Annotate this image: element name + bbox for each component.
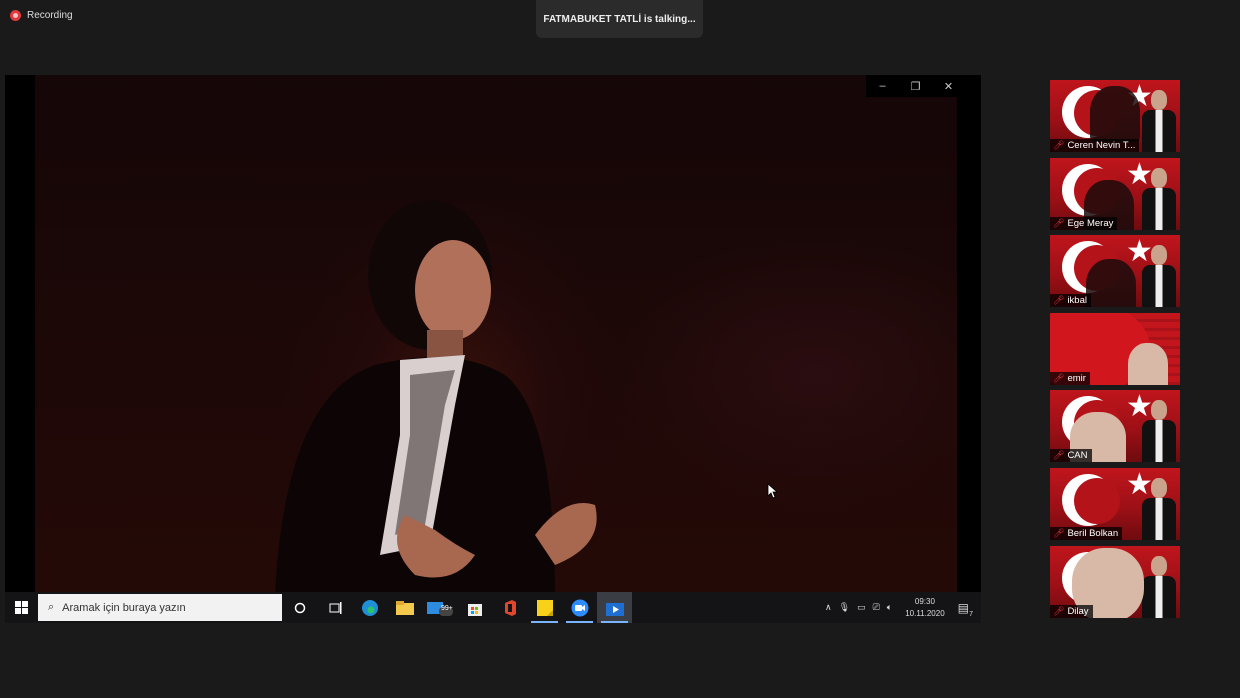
search-placeholder: Aramak için buraya yazın (62, 601, 186, 614)
volume-icon[interactable]: 🔈︎ (887, 602, 892, 613)
battery-icon[interactable]: ▭ (857, 602, 866, 613)
participant-name: emir (1067, 372, 1086, 384)
recording-indicator: Recording (10, 10, 73, 21)
muted-mic-icon: 🎤︎ (1053, 527, 1065, 538)
record-icon (10, 10, 21, 21)
restore-button[interactable]: ❐ (899, 75, 932, 97)
participant-tile[interactable]: 🎤︎ Dilay (1050, 545, 1180, 618)
participant-name: CAN (1067, 450, 1088, 462)
shared-screen: – ❐ ✕ ⌕ Aramak için buraya yazın 99+ ∧ 🎙… (5, 75, 981, 623)
participant-tile[interactable]: ★ 🎤︎ Ceren Nevin T... (1050, 80, 1180, 152)
window-controls: – ❐ ✕ (866, 75, 965, 97)
taskbar-search-box[interactable]: ⌕ Aramak için buraya yazın (38, 594, 282, 621)
participant-gallery: ★ 🎤︎ Ceren Nevin T... ★ 🎤︎ Ege Meray ★ 🎤… (1050, 80, 1180, 623)
taskbar-zoom[interactable] (562, 592, 597, 623)
store-icon (467, 603, 482, 616)
folder-icon (395, 600, 414, 615)
participant-tile[interactable]: ★ 🎤︎ CAN (1050, 390, 1180, 463)
network-icon[interactable]: ⎚ (873, 602, 880, 613)
participant-label: 🎤︎ emir (1050, 371, 1090, 385)
muted-mic-icon: 🎤︎ (1053, 605, 1065, 616)
muted-mic-icon: 🎤︎ (1053, 217, 1065, 228)
muted-mic-icon: 🎤︎ (1053, 295, 1065, 306)
chevron-up-icon[interactable]: ∧ (825, 602, 832, 613)
search-icon: ⌕ (48, 601, 55, 613)
clock-time: 09:30 (914, 596, 935, 606)
cortana-button[interactable] (282, 592, 317, 623)
start-button[interactable] (5, 592, 38, 623)
system-tray: ∧ 🎙︎ ▭ ⎚ 🔈︎ 09:30 10.11.2020 ▤ 7 (825, 592, 973, 623)
participant-label: 🎤︎ Ceren Nevin T... (1050, 139, 1140, 152)
task-view-icon (329, 601, 341, 614)
participant-tile[interactable]: 🎤︎ emir (1050, 312, 1180, 385)
notification-center-icon[interactable]: ▤ 7 (958, 601, 973, 618)
mail-badge: 99+ (441, 605, 453, 612)
windows-taskbar: ⌕ Aramak için buraya yazın 99+ ∧ 🎙︎ ▭ ⎚ … (5, 592, 981, 623)
minimize-button[interactable]: – (866, 75, 899, 97)
office-icon (504, 599, 516, 616)
taskbar-sticky-notes[interactable] (527, 592, 562, 623)
participant-name: Beril Bolkan (1067, 527, 1119, 539)
participant-tile[interactable]: ★ 🎤︎ ikbal (1050, 235, 1180, 308)
taskbar-store[interactable] (457, 592, 492, 623)
taskbar-mail[interactable]: 99+ (422, 592, 457, 623)
participant-tile[interactable]: ★ 🎤︎ Ege Meray (1050, 157, 1180, 230)
clock[interactable]: 09:30 10.11.2020 (905, 596, 944, 620)
muted-mic-icon: 🎤︎ (1053, 450, 1065, 461)
cortana-icon (294, 602, 305, 613)
participant-label: 🎤︎ ikbal (1050, 294, 1091, 308)
close-button[interactable]: ✕ (932, 75, 965, 97)
windows-logo-icon (15, 601, 28, 614)
edge-browser-icon (361, 599, 378, 616)
video-frame (35, 75, 957, 595)
microphone-icon[interactable]: 🎙︎ (839, 602, 850, 613)
clock-date: 10.11.2020 (905, 608, 945, 618)
participant-label: 🎤︎ Beril Bolkan (1050, 526, 1123, 540)
participant-name: Dilay (1067, 605, 1089, 617)
mouse-cursor-icon (767, 483, 777, 499)
taskbar-file-explorer[interactable] (387, 592, 422, 623)
taskbar-office[interactable] (492, 592, 527, 623)
participant-label: 🎤︎ CAN (1050, 449, 1092, 463)
participant-name: Ceren Nevin T... (1067, 140, 1136, 151)
active-speaker-banner: FATMABUKET TATLİ is talking... (536, 0, 703, 38)
participant-tile[interactable]: ★ 🎤︎ Beril Bolkan (1050, 467, 1180, 540)
participant-label: 🎤︎ Dilay (1050, 604, 1093, 618)
taskbar-edge[interactable] (352, 592, 387, 623)
taskbar-movies[interactable] (597, 592, 632, 623)
recording-label: Recording (27, 10, 73, 21)
muted-mic-icon: 🎤︎ (1053, 140, 1065, 150)
zoom-icon (571, 599, 588, 616)
muted-mic-icon: 🎤︎ (1053, 372, 1065, 383)
task-view-button[interactable] (317, 592, 352, 623)
sticky-notes-icon (536, 599, 553, 616)
speaker-figure (275, 200, 597, 595)
participant-label: 🎤︎ Ege Meray (1050, 216, 1118, 230)
participant-name: ikbal (1067, 295, 1087, 307)
participant-name: Ege Meray (1067, 217, 1114, 229)
notification-count: 7 (969, 610, 973, 618)
movies-tv-icon (605, 602, 624, 616)
